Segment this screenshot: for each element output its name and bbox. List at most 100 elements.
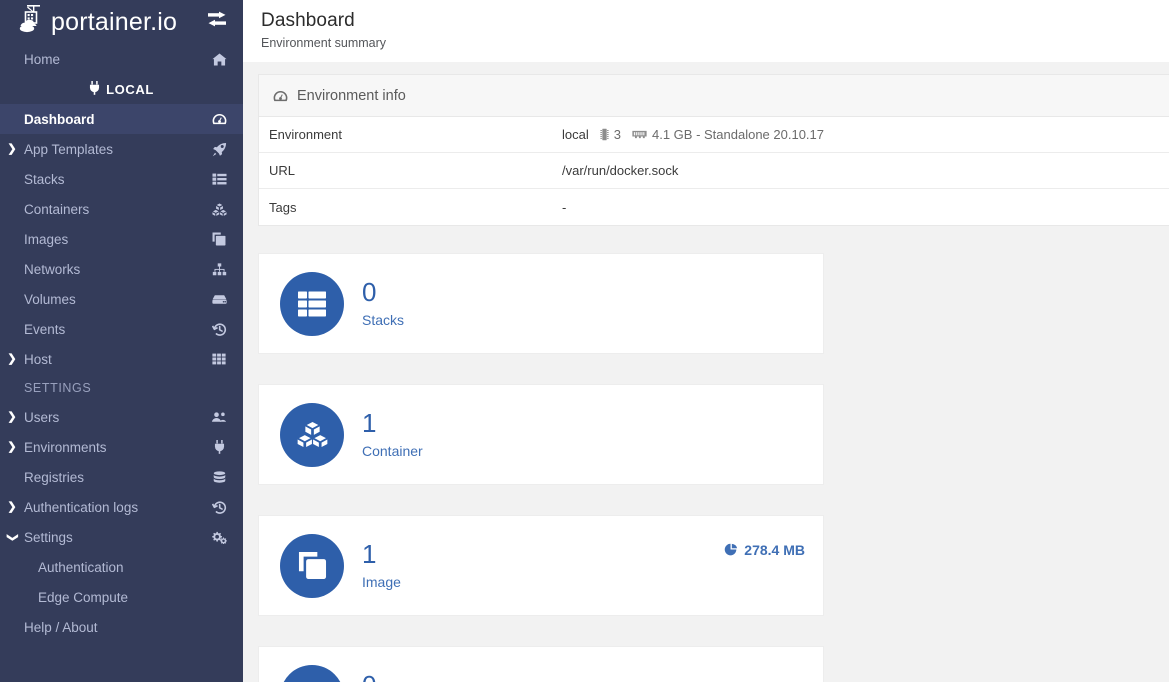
card-stacks[interactable]: 0 Stacks	[258, 253, 824, 354]
tachometer-icon	[209, 113, 229, 125]
environment-info-panel: Environment info Environment local 3 4.1…	[258, 74, 1169, 226]
sidebar-item-label-stacks: Stacks	[24, 171, 65, 187]
chevron-right-icon[interactable]: ❯	[0, 411, 24, 423]
card-count-volumes: 0	[362, 671, 416, 682]
card-count-image: 1	[362, 538, 377, 569]
sidebar-item-host[interactable]: ❯ Host	[0, 344, 243, 374]
microchip-icon	[600, 128, 609, 141]
sidebar-nav: Home LOCAL Dashboard ❯ App Templates Sta…	[0, 44, 243, 642]
row-value-environment: local 3 4.1 GB - Standalone 20.10.17	[562, 127, 824, 142]
home-icon	[209, 53, 229, 66]
pie-chart-icon	[724, 543, 738, 557]
sidebar-item-volumes[interactable]: Volumes	[0, 284, 243, 314]
cogs-icon	[209, 530, 229, 544]
card-volumes[interactable]: 0 Volumes	[258, 646, 824, 682]
sidebar-item-stacks[interactable]: Stacks	[0, 164, 243, 194]
sidebar-item-label-networks: Networks	[24, 261, 81, 277]
card-image-size-value: 278.4 MB	[744, 542, 805, 558]
chevron-right-icon[interactable]: ❯	[0, 143, 24, 155]
card-count-stacks: 0	[362, 276, 377, 307]
cubes-icon	[280, 402, 344, 467]
row-label-url: URL	[269, 163, 296, 178]
page-subtitle: Environment summary	[261, 36, 387, 50]
sidebar-item-label-help-about: Help / About	[24, 619, 98, 635]
list-icon	[209, 173, 229, 185]
sidebar-item-label-settings: Settings	[24, 529, 73, 545]
sidebar-item-label-host: Host	[24, 351, 52, 367]
card-body-volumes: 0 Volumes	[362, 671, 416, 682]
row-value-tags: -	[562, 199, 567, 215]
plug-icon	[89, 80, 100, 98]
sidebar-item-label-edge-compute: Edge Compute	[38, 589, 129, 605]
memory-icon	[632, 129, 647, 140]
rocket-icon	[209, 142, 229, 157]
chevron-down-icon[interactable]: ❯	[7, 525, 19, 549]
sidebar-item-networks[interactable]: Networks	[0, 254, 243, 284]
sidebar-item-label-authentication: Authentication	[38, 559, 124, 575]
sidebar-item-help-about[interactable]: Help / About	[0, 612, 243, 642]
card-image[interactable]: 1 Image 278.4 MB	[258, 515, 824, 616]
environment-name: local	[562, 127, 589, 142]
tachometer-icon	[273, 90, 288, 102]
sidebar-item-authentication-logs[interactable]: ❯ Authentication logs	[0, 492, 243, 522]
main-content: Dashboard Environment summary Environmen…	[243, 0, 1169, 682]
card-body-image: 1 Image	[362, 538, 401, 590]
sidebar-item-label-images: Images	[24, 231, 69, 247]
environment-info-title: Environment info	[297, 87, 406, 104]
sidebar-item-settings[interactable]: ❯ Settings	[0, 522, 243, 552]
portainer-dashboard-app: portainer.io Home LOCAL Dashboard ❯ App …	[0, 0, 1169, 682]
users-icon	[209, 411, 229, 423]
table-row-environment: Environment local 3 4.1 GB - Standalone …	[259, 117, 1169, 153]
sidebar: portainer.io Home LOCAL Dashboard ❯ App …	[0, 0, 243, 682]
cubes-icon	[209, 203, 229, 216]
sidebar-section-settings-title: SETTINGS	[24, 381, 92, 395]
chevron-right-icon[interactable]: ❯	[0, 501, 24, 513]
hdd-icon	[280, 664, 344, 682]
history-icon	[209, 322, 229, 337]
sidebar-item-containers[interactable]: Containers	[0, 194, 243, 224]
exchange-arrows-icon[interactable]	[205, 9, 231, 31]
local-environment-badge: LOCAL	[0, 74, 243, 104]
card-image-size: 278.4 MB	[724, 542, 805, 558]
th-icon	[209, 353, 229, 365]
row-label-environment: Environment	[269, 127, 342, 142]
card-count-container: 1	[362, 407, 377, 438]
database-icon	[209, 470, 229, 484]
sidebar-item-label-authentication-logs: Authentication logs	[24, 499, 139, 515]
sidebar-item-edge-compute[interactable]: Edge Compute	[0, 582, 243, 612]
sidebar-item-home[interactable]: Home	[0, 44, 243, 74]
local-badge-label: LOCAL	[106, 81, 154, 97]
portainer-crane-whale-logo-icon	[18, 4, 52, 38]
sidebar-item-users[interactable]: ❯ Users	[0, 402, 243, 432]
table-row-tags: Tags -	[259, 189, 1169, 225]
sidebar-item-label-volumes: Volumes	[24, 291, 76, 307]
sidebar-item-label-registries: Registries	[24, 469, 85, 485]
sidebar-item-label-events: Events	[24, 321, 66, 337]
brand-header: portainer.io	[0, 0, 243, 44]
sidebar-item-authentication[interactable]: Authentication	[0, 552, 243, 582]
sidebar-item-label-users: Users	[24, 409, 60, 425]
sidebar-item-dashboard[interactable]: Dashboard	[0, 104, 243, 134]
card-container[interactable]: 1 Container	[258, 384, 824, 485]
sidebar-item-events[interactable]: Events	[0, 314, 243, 344]
sidebar-item-label-dashboard: Dashboard	[24, 111, 95, 127]
clone-icon	[280, 533, 344, 598]
history-icon	[209, 500, 229, 515]
table-row-url: URL /var/run/docker.sock	[259, 153, 1169, 189]
sidebar-item-label-app-templates: App Templates	[24, 141, 114, 157]
environment-memory-version: 4.1 GB - Standalone 20.10.17	[651, 127, 824, 142]
sidebar-item-registries[interactable]: Registries	[0, 462, 243, 492]
plug-icon	[209, 440, 229, 454]
sidebar-item-environments[interactable]: ❯ Environments	[0, 432, 243, 462]
brand-logo[interactable]: portainer.io	[18, 4, 178, 38]
page-title: Dashboard	[261, 10, 355, 31]
chevron-right-icon[interactable]: ❯	[0, 353, 24, 365]
card-body-container: 1 Container	[362, 407, 423, 459]
dashboard-cards: 0 Stacks 1 Container 1 Image 278.4 MB	[243, 253, 1169, 682]
sitemap-icon	[209, 262, 229, 276]
chevron-right-icon[interactable]: ❯	[0, 441, 24, 453]
sidebar-item-images[interactable]: Images	[0, 224, 243, 254]
page-header: Dashboard Environment summary	[243, 0, 1169, 62]
sidebar-item-app-templates[interactable]: ❯ App Templates	[0, 134, 243, 164]
brand-name: portainer.io	[51, 7, 178, 36]
